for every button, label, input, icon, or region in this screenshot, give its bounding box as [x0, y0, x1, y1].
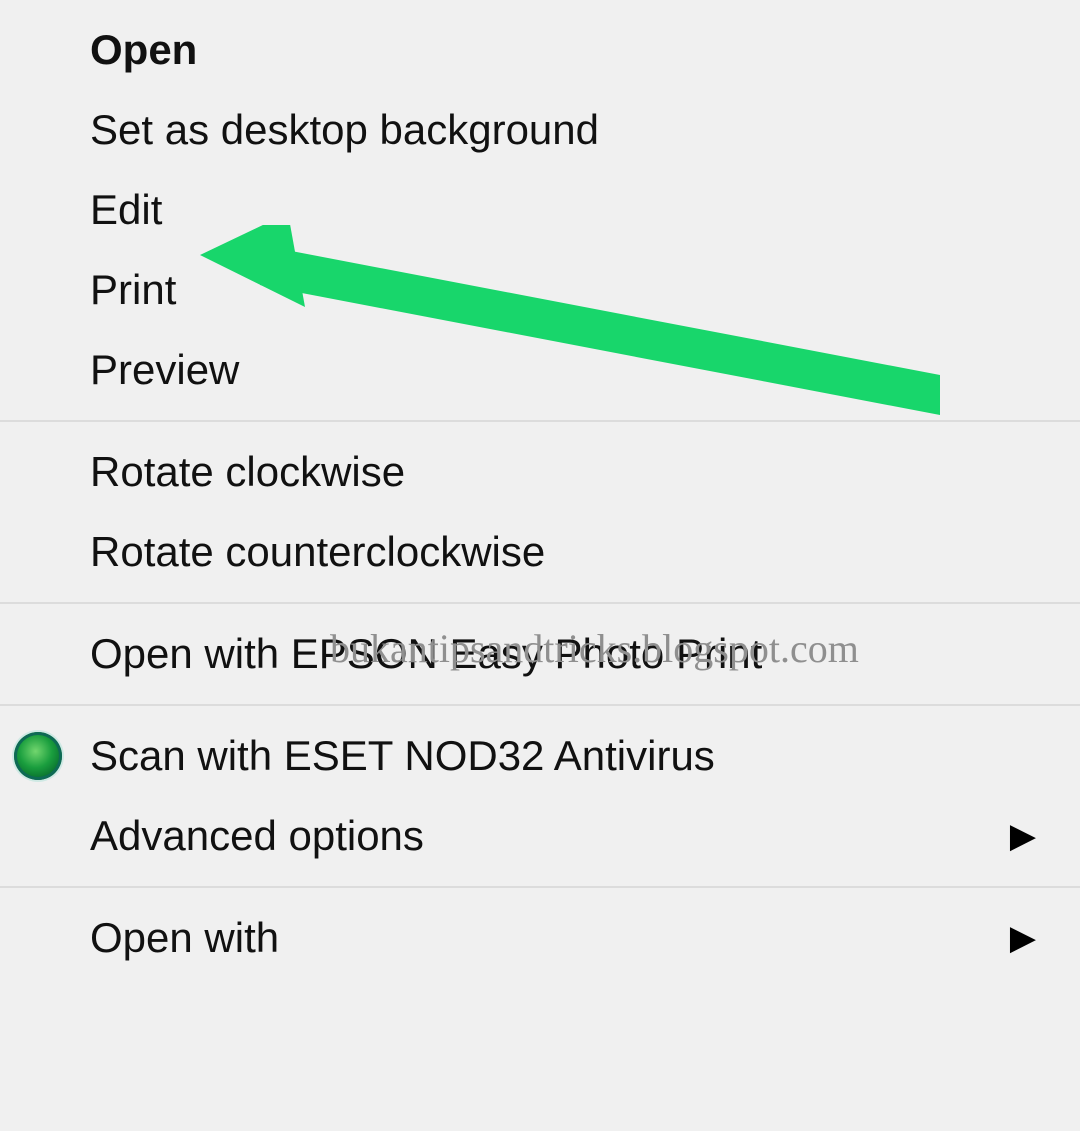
menu-item-label: Set as desktop background [90, 106, 599, 154]
menu-item-scan-eset[interactable]: Scan with ESET NOD32 Antivirus [0, 716, 1080, 796]
eset-icon [8, 726, 68, 786]
menu-item-open-with[interactable]: Open with ▶ [0, 898, 1080, 978]
menu-item-edit[interactable]: Edit [0, 170, 1080, 250]
separator [0, 602, 1080, 604]
separator [0, 420, 1080, 422]
menu-item-label: Open with EPSON Easy Photo Print [90, 630, 762, 678]
menu-item-label: Rotate counterclockwise [90, 528, 545, 576]
menu-item-label: Scan with ESET NOD32 Antivirus [90, 732, 715, 780]
menu-item-print[interactable]: Print [0, 250, 1080, 330]
menu-item-rotate-clockwise[interactable]: Rotate clockwise [0, 432, 1080, 512]
menu-item-rotate-counterclockwise[interactable]: Rotate counterclockwise [0, 512, 1080, 592]
menu-item-preview[interactable]: Preview [0, 330, 1080, 410]
submenu-arrow-icon: ▶ [1010, 921, 1036, 955]
menu-item-label: Open with [90, 914, 279, 962]
menu-item-label: Print [90, 266, 176, 314]
menu-item-label: Open [90, 26, 197, 74]
separator [0, 704, 1080, 706]
menu-item-label: Rotate clockwise [90, 448, 405, 496]
menu-item-open-with-epson[interactable]: Open with EPSON Easy Photo Print [0, 614, 1080, 694]
submenu-arrow-icon: ▶ [1010, 819, 1036, 853]
separator [0, 886, 1080, 888]
menu-item-set-desktop-background[interactable]: Set as desktop background [0, 90, 1080, 170]
menu-item-advanced-options[interactable]: Advanced options ▶ [0, 796, 1080, 876]
menu-item-label: Preview [90, 346, 239, 394]
context-menu: Open Set as desktop background Edit Prin… [0, 0, 1080, 984]
menu-item-label: Edit [90, 186, 162, 234]
menu-item-open[interactable]: Open [0, 10, 1080, 90]
menu-item-label: Advanced options [90, 812, 424, 860]
